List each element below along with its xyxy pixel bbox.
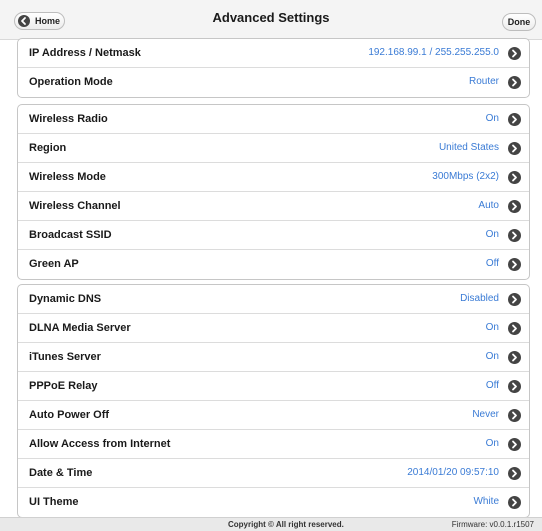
page-title: Advanced Settings: [212, 10, 330, 25]
setting-label: Operation Mode: [29, 76, 113, 88]
chevron-right-icon: [508, 322, 521, 335]
setting-value: Never: [472, 409, 499, 420]
firmware-version: Firmware: v0.0.1.r1507: [451, 520, 534, 529]
chevron-right-icon: [508, 200, 521, 213]
setting-value: Off: [485, 258, 499, 269]
chevron-right-icon: [508, 496, 521, 509]
setting-label: Wireless Radio: [29, 113, 108, 125]
footer-bar: Copyright © All right reserved. Firmware…: [0, 517, 542, 531]
done-button[interactable]: Done: [502, 13, 536, 31]
setting-value: On: [485, 229, 499, 240]
setting-label: DLNA Media Server: [29, 322, 131, 334]
top-bar: Home Advanced Settings Done: [0, 0, 542, 40]
setting-row-green-ap[interactable]: Green AP Off: [18, 250, 529, 279]
setting-value: Off: [485, 380, 499, 391]
setting-label: Auto Power Off: [29, 409, 110, 421]
setting-value: On: [485, 351, 499, 362]
setting-value: 300Mbps (2x2): [432, 171, 499, 182]
setting-label: Wireless Channel: [29, 200, 121, 212]
setting-row-auto-power-off[interactable]: Auto Power Off Never: [18, 401, 529, 430]
chevron-right-icon: [508, 380, 521, 393]
setting-row-operation-mode[interactable]: Operation Mode Router: [18, 68, 529, 97]
setting-label: iTunes Server: [29, 351, 101, 363]
setting-row-date-time[interactable]: Date & Time 2014/01/20 09:57:10: [18, 459, 529, 488]
copyright-text: Copyright © All right reserved.: [228, 520, 344, 529]
setting-label: PPPoE Relay: [29, 380, 98, 392]
chevron-right-icon: [508, 351, 521, 364]
chevron-right-icon: [508, 438, 521, 451]
chevron-right-icon: [508, 76, 521, 89]
chevron-right-icon: [508, 258, 521, 271]
setting-row-region[interactable]: Region United States: [18, 134, 529, 163]
setting-label: Dynamic DNS: [29, 293, 102, 305]
setting-label: Wireless Mode: [29, 171, 106, 183]
setting-value: 2014/01/20 09:57:10: [407, 467, 499, 478]
setting-label: UI Theme: [29, 496, 79, 508]
setting-row-ip-address[interactable]: IP Address / Netmask 192.168.99.1 / 255.…: [18, 39, 529, 68]
chevron-right-icon: [508, 467, 521, 480]
chevron-right-icon: [508, 293, 521, 306]
setting-row-dlna-media-server[interactable]: DLNA Media Server On: [18, 314, 529, 343]
settings-group-services: Dynamic DNS Disabled DLNA Media Server O…: [17, 284, 530, 518]
setting-label: Date & Time: [29, 467, 93, 479]
chevron-right-icon: [508, 113, 521, 126]
chevron-right-icon: [508, 47, 521, 60]
setting-row-itunes-server[interactable]: iTunes Server On: [18, 343, 529, 372]
chevron-right-icon: [508, 142, 521, 155]
setting-value: Disabled: [460, 293, 499, 304]
setting-value: 192.168.99.1 / 255.255.255.0: [368, 47, 499, 58]
chevron-right-icon: [508, 171, 521, 184]
setting-label: Broadcast SSID: [29, 229, 112, 241]
setting-value: Router: [468, 76, 499, 87]
setting-row-allow-access-from-internet[interactable]: Allow Access from Internet On: [18, 430, 529, 459]
setting-row-broadcast-ssid[interactable]: Broadcast SSID On: [18, 221, 529, 250]
setting-value: On: [485, 438, 499, 449]
setting-label: Region: [29, 142, 67, 154]
chevron-right-icon: [508, 409, 521, 422]
setting-value: On: [485, 322, 499, 333]
settings-group-network: IP Address / Netmask 192.168.99.1 / 255.…: [17, 38, 530, 98]
setting-value: Auto: [478, 200, 499, 211]
setting-label: Allow Access from Internet: [29, 438, 171, 450]
setting-label: IP Address / Netmask: [29, 47, 141, 59]
setting-value: On: [485, 113, 499, 124]
setting-label: Green AP: [29, 258, 79, 270]
setting-row-wireless-mode[interactable]: Wireless Mode 300Mbps (2x2): [18, 163, 529, 192]
setting-value: White: [473, 496, 499, 507]
chevron-right-icon: [508, 229, 521, 242]
settings-group-wireless: Wireless Radio On Region United States W…: [17, 104, 530, 280]
setting-row-wireless-channel[interactable]: Wireless Channel Auto: [18, 192, 529, 221]
setting-row-wireless-radio[interactable]: Wireless Radio On: [18, 105, 529, 134]
setting-row-dynamic-dns[interactable]: Dynamic DNS Disabled: [18, 285, 529, 314]
setting-value: United States: [438, 142, 499, 153]
setting-row-ui-theme[interactable]: UI Theme White: [18, 488, 529, 517]
setting-row-pppoe-relay[interactable]: PPPoE Relay Off: [18, 372, 529, 401]
